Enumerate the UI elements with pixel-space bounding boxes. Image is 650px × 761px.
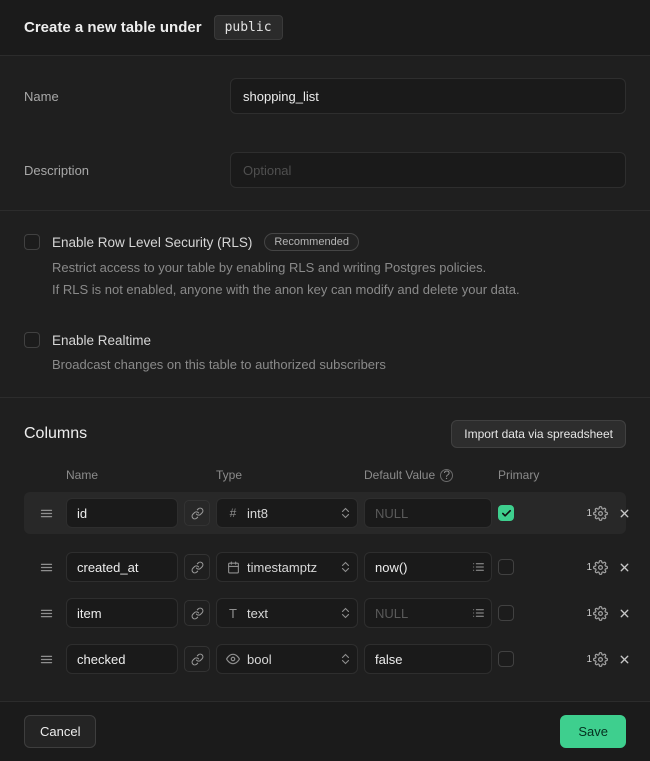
column-name-input[interactable] [66,644,178,674]
header-type: Type [216,468,358,482]
default-value-wrap [364,644,492,674]
column-type-label: bool [247,652,334,667]
column-type-select[interactable]: bool [216,644,358,674]
settings-count-badge: 1 [586,562,592,573]
gear-icon [593,606,608,621]
realtime-block: Enable Realtime Broadcast changes on thi… [24,332,626,375]
drag-handle-icon[interactable] [32,560,60,575]
column-type-label: timestamptz [247,560,334,575]
default-value-wrap [364,598,492,628]
column-name-input[interactable] [66,552,178,582]
calendar-icon [226,561,240,574]
foreign-key-link-icon[interactable] [184,500,210,526]
drag-handle-icon[interactable] [32,606,60,621]
foreign-key-link-icon[interactable] [184,554,210,580]
drag-handle-icon[interactable] [32,506,60,521]
recommended-badge: Recommended [264,233,359,251]
realtime-label: Enable Realtime [52,333,151,348]
column-settings-button[interactable]: 1 [586,652,608,667]
dialog-footer: Cancel Save [0,701,650,761]
save-button[interactable]: Save [560,715,626,748]
import-spreadsheet-button[interactable]: Import data via spreadsheet [451,420,626,448]
remove-column-icon[interactable] [614,607,634,620]
table-description-input[interactable] [230,152,626,188]
column-type-label: int8 [247,506,334,521]
default-value-input[interactable] [364,498,492,528]
primary-checkbox[interactable] [498,505,514,521]
rls-description-2: If RLS is not enabled, anyone with the a… [52,280,626,300]
gear-icon [593,560,608,575]
column-name-input[interactable] [66,598,178,628]
text-icon: T [226,606,240,621]
column-settings-button[interactable]: 1 [586,560,608,575]
name-row: Name [24,78,626,114]
header-name: Name [66,468,178,482]
column-row: # int8 1 [24,492,626,534]
name-label: Name [24,89,230,104]
dialog-header: Create a new table under public [0,0,650,56]
default-options-menu-icon[interactable] [472,607,485,620]
default-options-menu-icon[interactable] [472,561,485,574]
section-options: Enable Row Level Security (RLS) Recommen… [0,211,650,398]
description-row: Description [24,152,626,188]
header-default: Default Value? [364,468,492,482]
column-name-input[interactable] [66,498,178,528]
chevron-updown-icon [341,507,350,519]
column-row: bool 1 [24,638,626,680]
settings-count-badge: 1 [586,654,592,665]
header-primary: Primary [498,468,558,482]
drag-handle-icon[interactable] [32,652,60,667]
section-basic-info: Name Description [0,56,650,211]
chevron-updown-icon [341,653,350,665]
primary-checkbox[interactable] [498,605,514,621]
gear-icon [593,652,608,667]
column-type-select[interactable]: # int8 [216,498,358,528]
remove-column-icon[interactable] [614,561,634,574]
schema-badge: public [214,15,283,40]
hash-icon: # [226,506,240,520]
dialog-title: Create a new table under [24,19,202,36]
help-icon[interactable]: ? [440,469,453,482]
chevron-updown-icon [341,561,350,573]
remove-column-icon[interactable] [614,653,634,666]
settings-count-badge: 1 [586,508,592,519]
primary-checkbox[interactable] [498,651,514,667]
remove-column-icon[interactable] [614,507,634,520]
primary-checkbox[interactable] [498,559,514,575]
column-type-select[interactable]: timestamptz [216,552,358,582]
settings-count-badge: 1 [586,608,592,619]
chevron-updown-icon [341,607,350,619]
rls-label: Enable Row Level Security (RLS) [52,235,252,250]
section-columns: Columns Import data via spreadsheet Name… [0,398,650,694]
description-label: Description [24,163,230,178]
rls-description-1: Restrict access to your table by enablin… [52,258,626,278]
foreign-key-link-icon[interactable] [184,600,210,626]
column-settings-button[interactable]: 1 [586,606,608,621]
default-value-wrap [364,552,492,582]
column-settings-button[interactable]: 1 [586,506,608,521]
foreign-key-link-icon[interactable] [184,646,210,672]
columns-title: Columns [24,425,87,443]
eye-icon [226,652,240,666]
realtime-description: Broadcast changes on this table to autho… [52,355,626,375]
columns-header-row: Name Type Default Value? Primary [24,468,626,482]
gear-icon [593,506,608,521]
column-type-select[interactable]: T text [216,598,358,628]
table-name-input[interactable] [230,78,626,114]
column-row: T text 1 [24,592,626,634]
default-value-input[interactable] [364,644,492,674]
column-row: timestamptz 1 [24,546,626,588]
rls-checkbox[interactable] [24,234,40,250]
cancel-button[interactable]: Cancel [24,715,96,748]
column-type-label: text [247,606,334,621]
rls-block: Enable Row Level Security (RLS) Recommen… [24,233,626,300]
default-value-wrap [364,498,492,528]
realtime-checkbox[interactable] [24,332,40,348]
